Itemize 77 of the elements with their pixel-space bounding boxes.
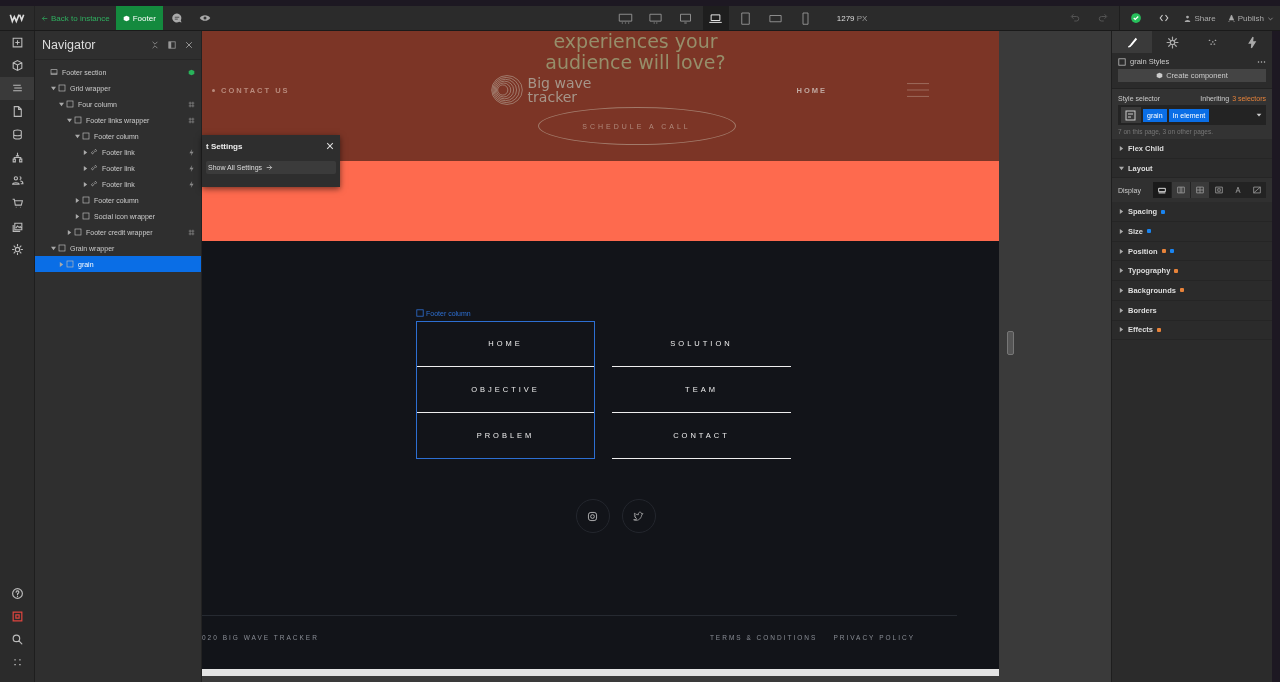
code-icon[interactable] [1158, 12, 1171, 24]
section-icon [50, 68, 58, 76]
caret-icon[interactable] [67, 229, 72, 235]
caret-icon[interactable] [51, 85, 56, 91]
preview-icon[interactable] [198, 12, 211, 24]
wave-logo-icon [489, 73, 524, 107]
box-icon [66, 100, 74, 108]
box-icon [58, 84, 66, 92]
monitor-icon [648, 11, 664, 25]
resize-handle[interactable] [1007, 331, 1014, 355]
grid-icon [188, 116, 195, 124]
component-button[interactable]: Footer [115, 6, 163, 30]
caret-icon[interactable] [1119, 327, 1124, 333]
breakpoint-button[interactable] [702, 6, 729, 30]
caret-icon[interactable] [1119, 268, 1124, 274]
caret-icon[interactable] [1119, 209, 1124, 215]
grid-icon [188, 100, 195, 108]
monitor-icon [678, 11, 694, 25]
component-icon [122, 14, 130, 22]
box-icon [58, 244, 66, 252]
share-button[interactable]: Share [1178, 13, 1222, 23]
logo-text: tracker [527, 90, 579, 104]
link-icon [90, 164, 98, 172]
box-icon [1118, 57, 1126, 66]
caret-icon[interactable] [67, 117, 72, 123]
box-icon [74, 228, 82, 236]
caret-icon[interactable] [83, 149, 88, 155]
brush-icon[interactable] [1112, 31, 1152, 53]
caret-icon[interactable] [59, 101, 64, 107]
comment-icon[interactable] [170, 12, 183, 24]
component-icon [188, 68, 195, 76]
close-icon[interactable] [185, 41, 193, 49]
panel-title: Navigator [42, 38, 97, 52]
box-icon [74, 116, 82, 124]
caret-icon[interactable] [83, 181, 88, 187]
selector-icon[interactable] [1121, 107, 1141, 123]
caret-icon[interactable] [75, 133, 80, 139]
caret-icon[interactable] [1119, 228, 1124, 234]
box-icon [82, 196, 90, 204]
laptop-icon [708, 11, 724, 25]
link-icon [90, 180, 98, 188]
back-link[interactable]: Back to instance [34, 6, 116, 30]
caret-icon[interactable] [1119, 165, 1124, 171]
monitor-icon [618, 11, 634, 25]
caret-icon[interactable] [1119, 145, 1124, 151]
component-icon [1156, 72, 1164, 79]
hero-heading: experiences your [553, 31, 718, 52]
caret-icon[interactable] [75, 213, 80, 219]
box-icon [416, 309, 424, 317]
person-icon [1184, 14, 1192, 22]
collapse-icon[interactable] [151, 41, 159, 49]
box-icon [82, 132, 90, 140]
dock-icon[interactable] [168, 41, 176, 49]
more-icon[interactable] [1257, 59, 1266, 64]
popup-title: t Settings [206, 141, 243, 151]
canvas-width: 1279 PX [836, 13, 868, 23]
check-icon[interactable] [1130, 12, 1143, 24]
caret-icon[interactable] [83, 165, 88, 171]
link-icon [90, 148, 98, 156]
display-grid-icon[interactable] [1191, 182, 1209, 199]
box-icon [82, 212, 90, 220]
caret-icon[interactable] [1119, 307, 1124, 313]
caret-icon[interactable] [51, 245, 56, 251]
dropdown-icon[interactable] [1255, 111, 1263, 119]
logo-text: Big wave [527, 76, 592, 90]
box-icon [66, 260, 74, 268]
caret-icon[interactable] [75, 197, 80, 203]
publish-button[interactable]: Publish [1221, 13, 1280, 23]
grid-icon [188, 228, 195, 236]
arrow-left-icon [41, 14, 48, 22]
rocket-icon [1227, 14, 1235, 22]
caret-icon[interactable] [1119, 248, 1124, 254]
arrow-right-icon [266, 164, 274, 171]
navigator-icon[interactable] [0, 77, 34, 100]
caret-icon[interactable] [1119, 287, 1124, 293]
hero-heading: audience will love? [545, 52, 726, 73]
display-block-icon[interactable] [1153, 182, 1171, 199]
